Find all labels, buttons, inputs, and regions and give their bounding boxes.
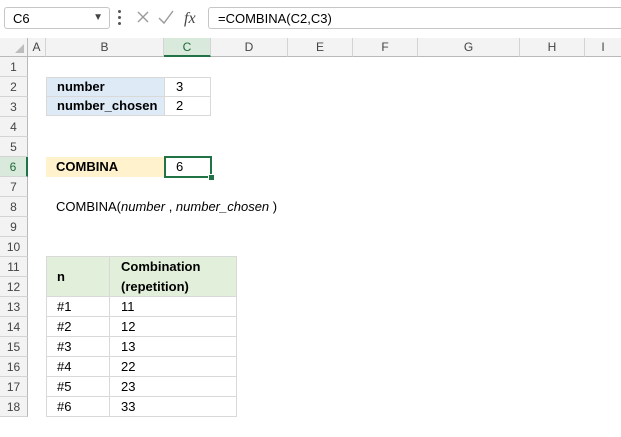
row-header-5[interactable]: 5 bbox=[0, 137, 28, 157]
row-header-18[interactable]: 18 bbox=[0, 397, 28, 417]
column-header-c[interactable]: C bbox=[164, 38, 211, 57]
column-header-i[interactable]: I bbox=[585, 38, 621, 57]
worksheet-grid: A B C D E F G H I 1 2 3 4 5 6 7 8 9 10 1… bbox=[0, 38, 621, 437]
column-header-e[interactable]: E bbox=[288, 38, 353, 57]
syntax-close: ) bbox=[269, 199, 278, 214]
syntax-arg-number: number bbox=[121, 199, 166, 214]
table-header-combination-line2: (repetition) bbox=[121, 279, 189, 294]
row-header-16[interactable]: 16 bbox=[0, 357, 28, 377]
column-header-h[interactable]: H bbox=[520, 38, 585, 57]
syntax-arg-number-chosen: number_chosen bbox=[175, 199, 270, 214]
table-row-5-n[interactable]: #5 bbox=[46, 377, 110, 397]
table-row-4-combo[interactable]: 22 bbox=[109, 357, 237, 377]
column-header-b[interactable]: B bbox=[46, 38, 164, 57]
row-header-2[interactable]: 2 bbox=[0, 77, 28, 97]
table-row-4-n[interactable]: #4 bbox=[46, 357, 110, 377]
number-chosen-value-cell[interactable]: 2 bbox=[164, 96, 211, 116]
row-header-4[interactable]: 4 bbox=[0, 117, 28, 137]
row-header-17[interactable]: 17 bbox=[0, 377, 28, 397]
insert-function-icon[interactable]: fx bbox=[182, 8, 202, 28]
syntax-separator: , bbox=[165, 199, 176, 214]
number-value-cell[interactable]: 3 bbox=[164, 77, 211, 97]
formula-input[interactable]: =COMBINA(C2,C3) bbox=[208, 7, 621, 29]
syntax-function: COMBINA( bbox=[56, 199, 121, 214]
row-header-10[interactable]: 10 bbox=[0, 237, 28, 257]
result-value-cell[interactable]: 6 bbox=[164, 156, 212, 178]
fill-handle[interactable] bbox=[208, 174, 215, 181]
more-options-icon[interactable] bbox=[118, 10, 121, 26]
table-row-3-n[interactable]: #3 bbox=[46, 337, 110, 357]
number-chosen-label-cell[interactable]: number_chosen bbox=[46, 96, 165, 116]
row-header-6[interactable]: 6 bbox=[0, 157, 28, 177]
table-row-2-n[interactable]: #2 bbox=[46, 317, 110, 337]
column-header-f[interactable]: F bbox=[353, 38, 418, 57]
row-header-7[interactable]: 7 bbox=[0, 177, 28, 197]
row-header-8[interactable]: 8 bbox=[0, 197, 28, 217]
svg-text:fx: fx bbox=[184, 10, 196, 27]
formula-text: =COMBINA(C2,C3) bbox=[218, 11, 332, 26]
column-header-d[interactable]: D bbox=[211, 38, 288, 57]
row-header-11[interactable]: 11 bbox=[0, 257, 28, 277]
row-header-9[interactable]: 9 bbox=[0, 217, 28, 237]
row-header-1[interactable]: 1 bbox=[0, 57, 28, 77]
result-label-cell[interactable]: COMBINA bbox=[46, 157, 164, 177]
name-box[interactable]: C6 ▼ bbox=[4, 7, 110, 29]
table-row-1-n[interactable]: #1 bbox=[46, 297, 110, 317]
row-header-3[interactable]: 3 bbox=[0, 97, 28, 117]
table-row-5-combo[interactable]: 23 bbox=[109, 377, 237, 397]
chevron-down-icon[interactable]: ▼ bbox=[93, 12, 103, 23]
row-header-15[interactable]: 15 bbox=[0, 337, 28, 357]
cancel-icon[interactable] bbox=[136, 8, 150, 26]
table-row-6-n[interactable]: #6 bbox=[46, 397, 110, 417]
column-header-a[interactable]: A bbox=[28, 38, 46, 57]
row-header-13[interactable]: 13 bbox=[0, 297, 28, 317]
row-header-14[interactable]: 14 bbox=[0, 317, 28, 337]
formula-bar: C6 ▼ fx =COMBINA(C2,C3) bbox=[0, 0, 621, 36]
enter-icon[interactable] bbox=[158, 8, 174, 26]
table-row-2-combo[interactable]: 12 bbox=[109, 317, 237, 337]
select-all-button[interactable] bbox=[0, 38, 28, 57]
table-row-3-combo[interactable]: 13 bbox=[109, 337, 237, 357]
table-row-1-combo[interactable]: 11 bbox=[109, 297, 237, 317]
syntax-text: COMBINA(number , number_chosen ) bbox=[56, 197, 277, 217]
number-label-cell[interactable]: number bbox=[46, 77, 165, 97]
name-box-value: C6 bbox=[13, 11, 30, 26]
table-header-combination[interactable]: Combination (repetition) bbox=[109, 256, 237, 297]
table-header-n[interactable]: n bbox=[46, 256, 110, 297]
table-row-6-combo[interactable]: 33 bbox=[109, 397, 237, 417]
column-header-g[interactable]: G bbox=[418, 38, 520, 57]
table-header-combination-line1: Combination bbox=[121, 259, 201, 274]
row-header-12[interactable]: 12 bbox=[0, 277, 28, 297]
